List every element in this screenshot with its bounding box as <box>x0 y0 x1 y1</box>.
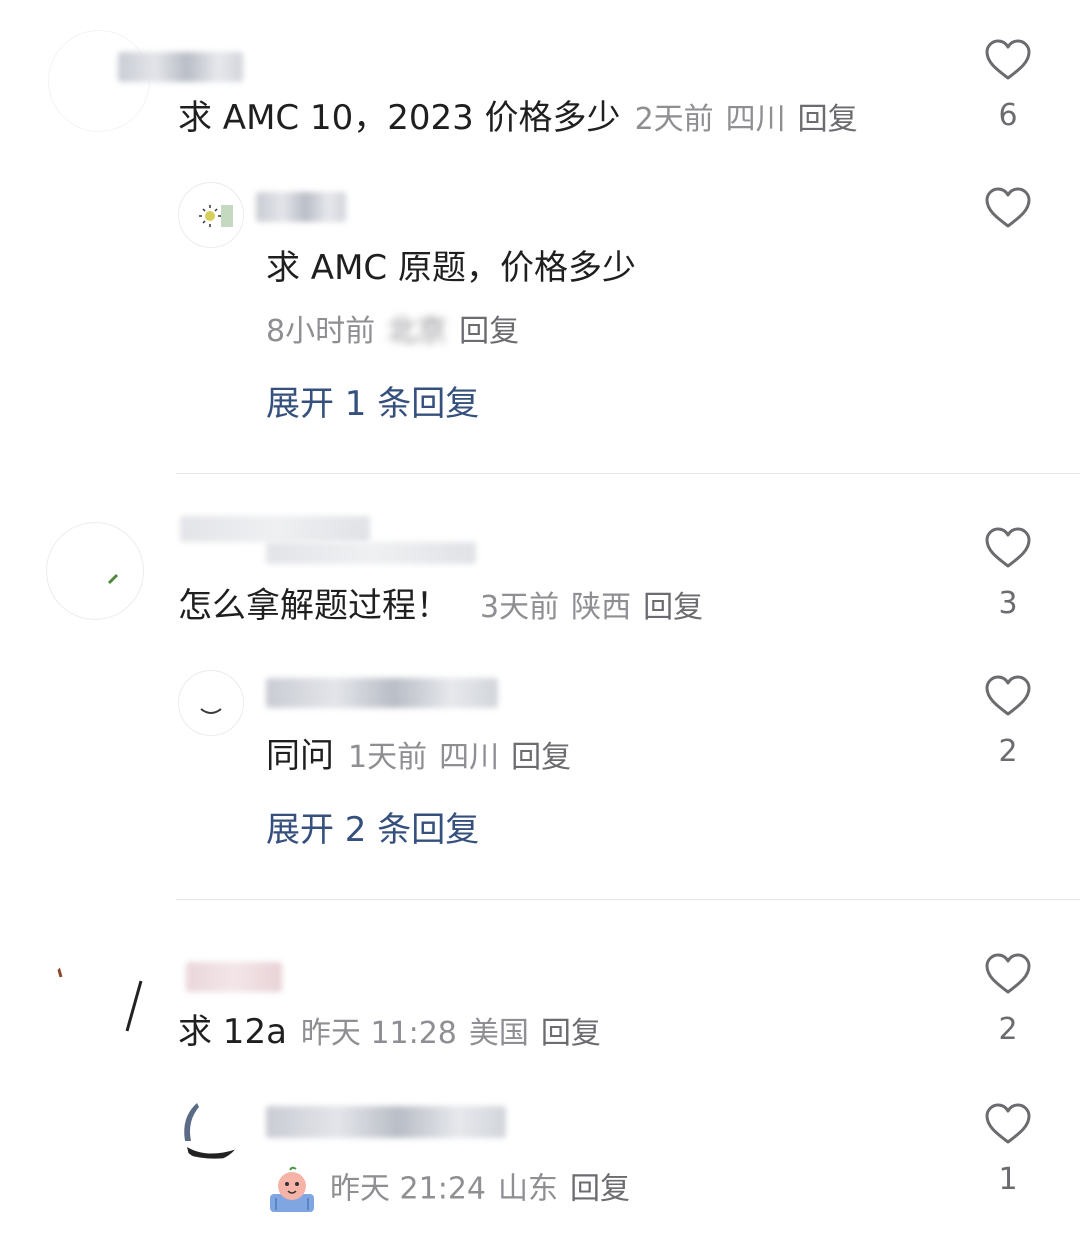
comment-thread: 怎么拿解题过程！ 3天前 陕西 回复 3 同问 1天前 四川 回复 2 展开 2 条回复 <box>0 474 1080 900</box>
comment-location: 陕西 <box>571 590 632 625</box>
heart-icon[interactable] <box>984 186 1032 230</box>
heart-icon[interactable] <box>984 1102 1032 1146</box>
comment-text: 怎么拿解题过程！ <box>178 586 450 626</box>
comment-body[interactable]: 怎么拿解题过程！ 3天前 陕西 回复 <box>178 586 703 628</box>
reply-meta: 昨天 21:24 山东 回复 <box>266 1164 630 1216</box>
expand-replies-link[interactable]: 展开 1 条回复 <box>266 384 479 424</box>
comment-meta: 2天前 四川 回复 <box>635 102 858 137</box>
reply-meta: 8小时前 北京 回复 <box>266 312 519 352</box>
comment-body[interactable]: 求 AMC 10，2023 价格多少 2天前 四川 回复 <box>178 98 858 140</box>
reply-meta: 1天前 四川 回复 <box>348 740 571 775</box>
avatar[interactable] <box>178 670 244 736</box>
comment-time: 昨天 11:28 <box>300 1016 457 1051</box>
reply-location: 四川 <box>439 740 500 775</box>
comment-thread: 求 12a 昨天 11:28 美国 回复 2 昨天 21:24 山东 回复 1 <box>0 900 1080 1240</box>
user-tag-blurred <box>266 542 476 564</box>
comment-meta: 3天前 陕西 回复 <box>480 590 703 625</box>
reply-time: 1天前 <box>348 740 428 775</box>
like-count: 2 <box>998 1012 1018 1047</box>
sun-icon <box>199 205 233 227</box>
avatar-silhouette-icon <box>184 1103 237 1159</box>
reply-location: 北京 <box>387 314 448 349</box>
expand-replies-link[interactable]: 展开 2 条回复 <box>266 810 479 850</box>
username-blurred[interactable] <box>180 516 370 542</box>
avatar[interactable] <box>176 1094 244 1162</box>
comment-location: 四川 <box>725 102 786 137</box>
comment-text: 求 12a <box>178 1012 287 1052</box>
comment-location: 美国 <box>468 1016 529 1051</box>
reply-button[interactable]: 回复 <box>798 102 858 137</box>
comment-meta: 昨天 11:28 美国 回复 <box>301 1016 601 1051</box>
username-blurred[interactable] <box>266 678 498 708</box>
like-count: 2 <box>998 734 1018 769</box>
reply-button[interactable]: 回复 <box>459 314 519 349</box>
like-count: 6 <box>998 98 1018 133</box>
heart-icon[interactable] <box>984 38 1032 82</box>
reply-button[interactable]: 回复 <box>570 1172 630 1207</box>
reply-body[interactable]: 同问 1天前 四川 回复 <box>266 736 571 778</box>
heart-icon[interactable] <box>984 952 1032 996</box>
comment-thread: 求 AMC 10，2023 价格多少 2天前 四川 回复 6 求 AMC 原题，价格多… <box>0 0 1080 470</box>
avatar[interactable] <box>178 182 244 248</box>
comment-time: 3天前 <box>480 590 560 625</box>
reply-location: 山东 <box>498 1171 558 1207</box>
reply-time: 8小时前 <box>266 314 376 349</box>
reply-button[interactable]: 回复 <box>511 740 571 775</box>
username-blurred[interactable] <box>186 962 282 992</box>
comment-body[interactable]: 求 12a 昨天 11:28 美国 回复 <box>178 1012 601 1054</box>
like-count: 1 <box>998 1162 1018 1197</box>
leaf-icon <box>107 573 119 585</box>
brush-icon <box>55 962 143 1032</box>
reply-text[interactable]: 求 AMC 原题，价格多少 <box>266 248 636 288</box>
username-blurred[interactable] <box>266 1106 506 1138</box>
bowl-icon <box>200 708 222 714</box>
username-blurred[interactable] <box>256 192 346 222</box>
heart-icon[interactable] <box>984 526 1032 570</box>
crying-face-sticker-icon <box>270 1166 314 1212</box>
comment-text: 求 AMC 10，2023 价格多少 <box>178 98 621 138</box>
username-blurred[interactable] <box>118 52 243 82</box>
reply-time: 昨天 21:24 <box>330 1171 486 1207</box>
heart-icon[interactable] <box>984 674 1032 718</box>
avatar[interactable] <box>46 950 148 1052</box>
comment-time: 2天前 <box>634 102 714 137</box>
reply-text: 同问 <box>266 736 334 776</box>
reply-button[interactable]: 回复 <box>541 1016 601 1051</box>
avatar[interactable] <box>46 522 144 620</box>
reply-button[interactable]: 回复 <box>643 590 703 625</box>
like-count: 3 <box>998 586 1018 621</box>
